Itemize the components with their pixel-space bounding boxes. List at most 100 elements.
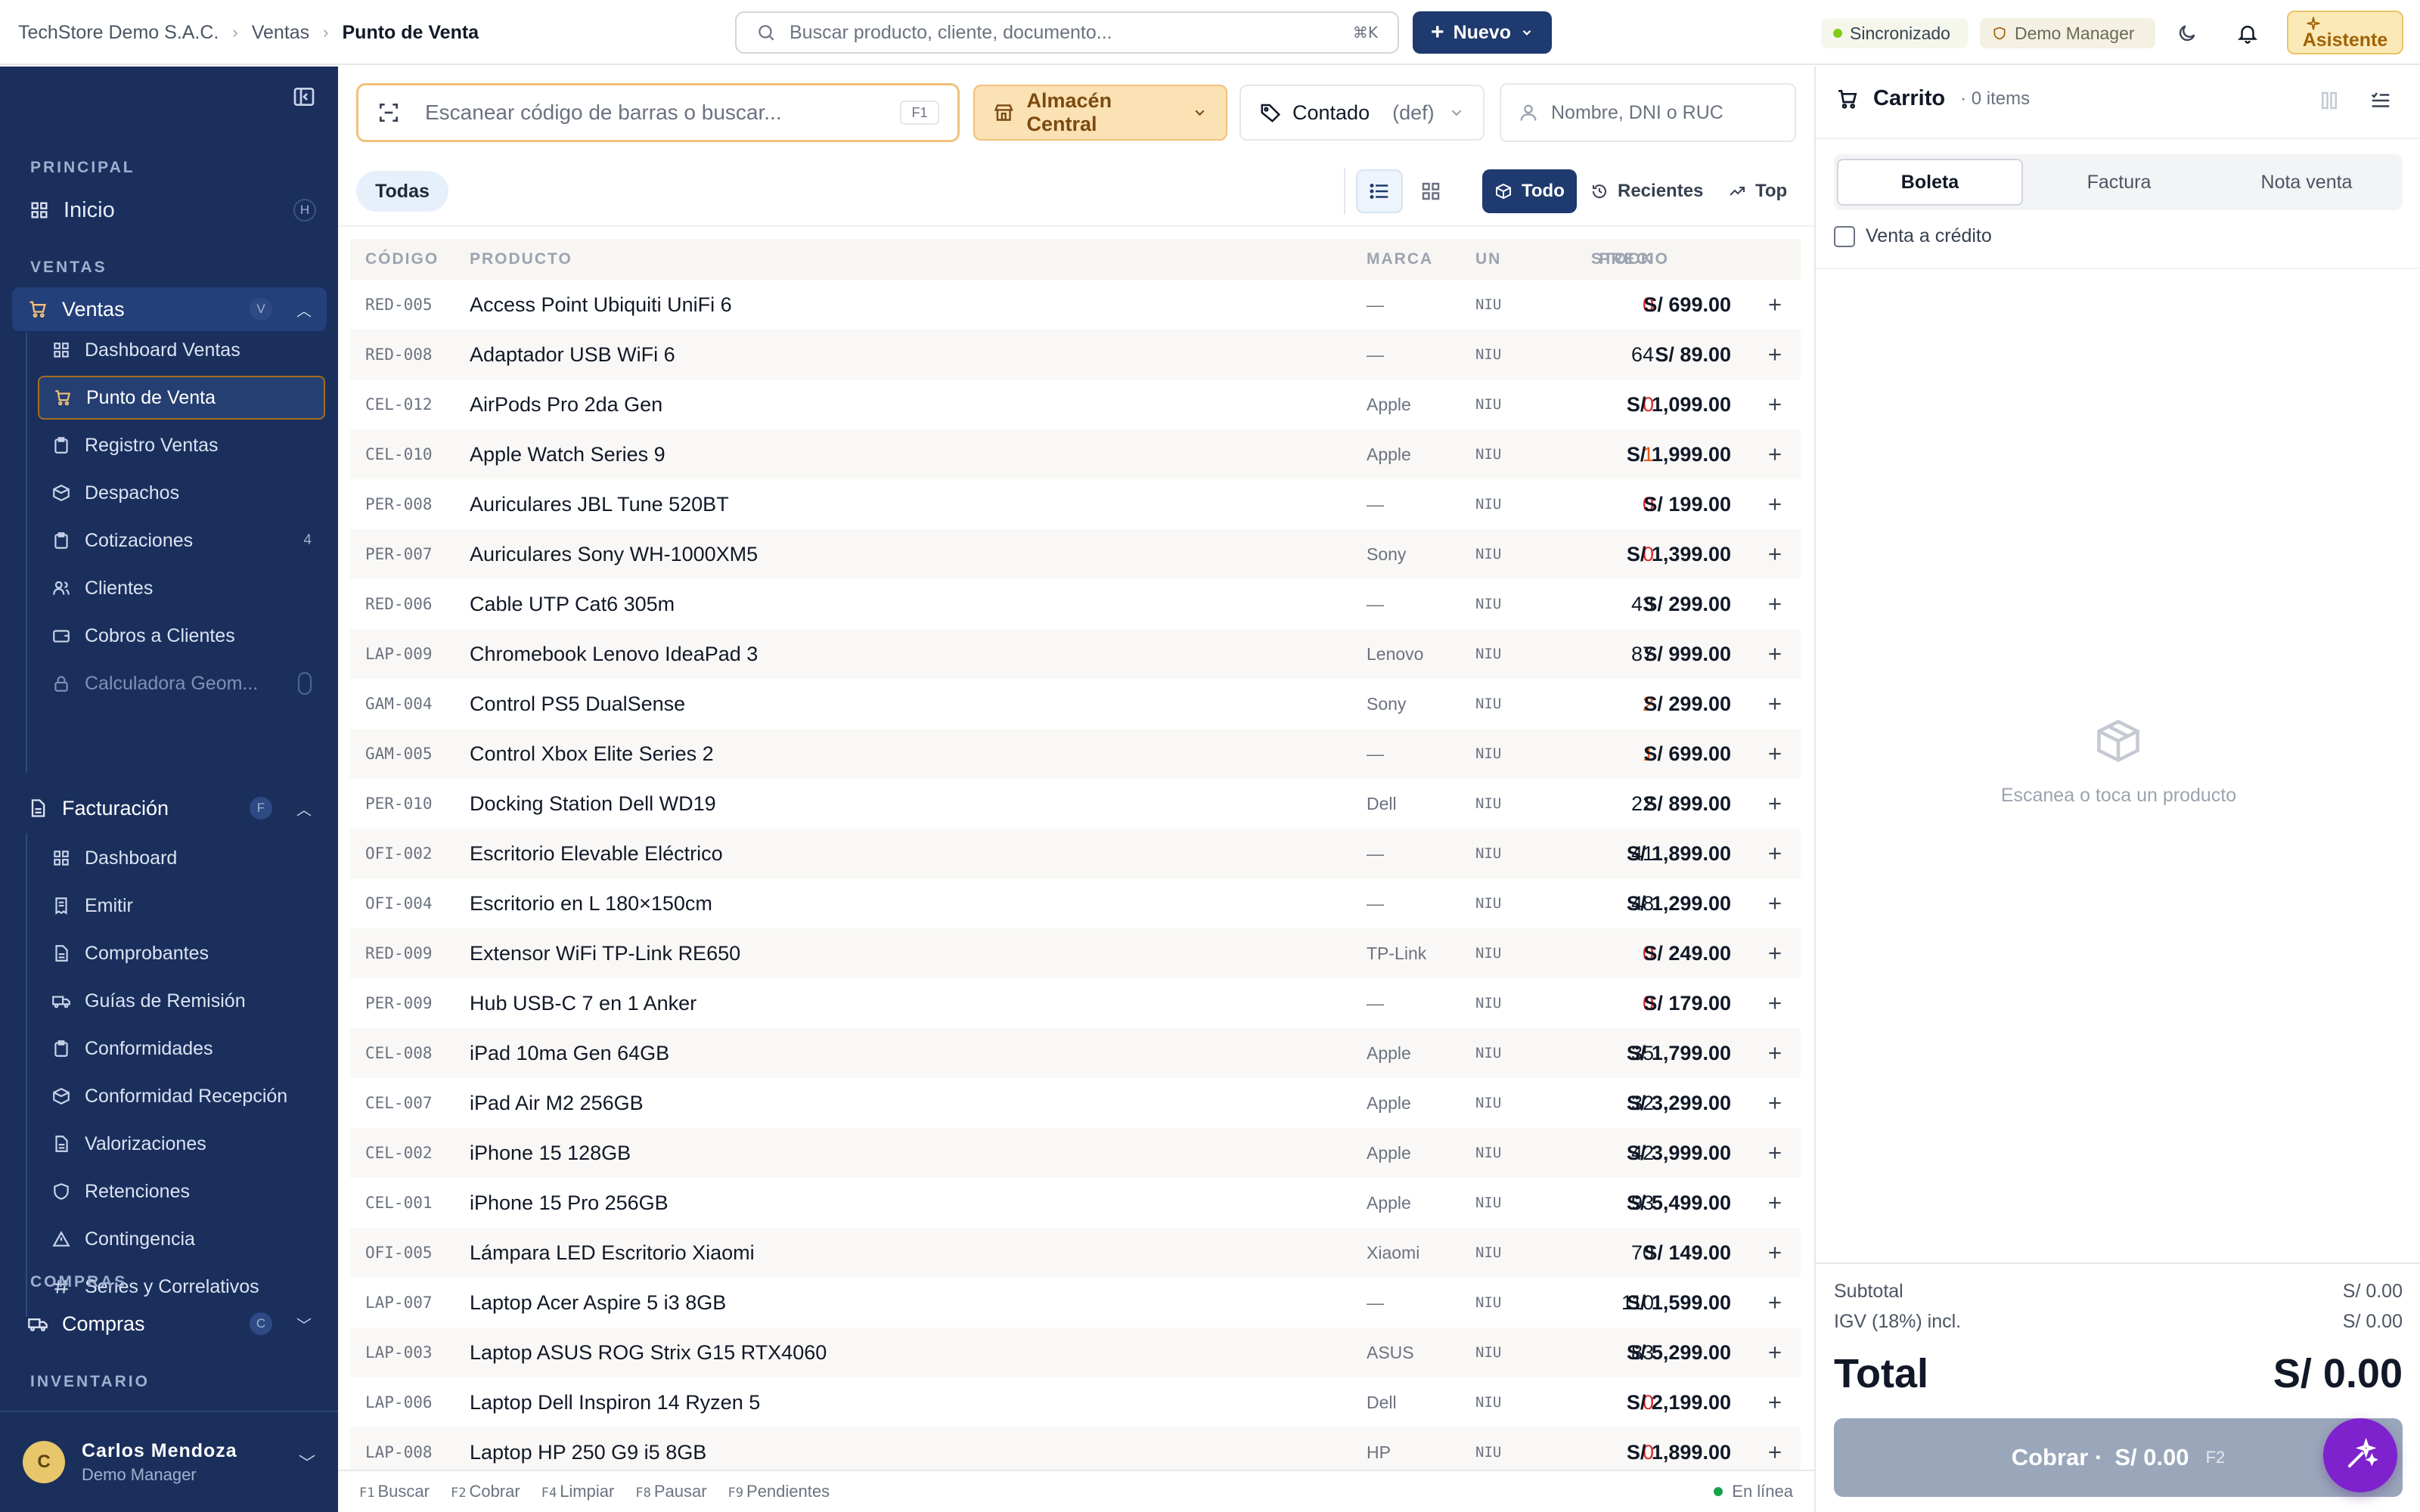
- sidebar-subitem[interactable]: Contingencia: [38, 1217, 325, 1261]
- global-search-input[interactable]: Buscar producto, cliente, documento... ⌘…: [735, 11, 1399, 54]
- charge-button[interactable]: Cobrar · S/ 0.00 F2: [1834, 1418, 2403, 1497]
- column-code[interactable]: CÓDIGO: [365, 239, 439, 280]
- sidebar-group-ventas[interactable]: Ventas V ︿: [12, 287, 327, 331]
- add-to-cart-button[interactable]: [1760, 579, 1790, 629]
- add-to-cart-button[interactable]: [1760, 1328, 1790, 1377]
- table-row[interactable]: PER-008 Auriculares JBL Tune 520BT — NIU 0 S/…: [350, 479, 1801, 529]
- add-to-cart-button[interactable]: [1760, 779, 1790, 829]
- table-row[interactable]: OFI-005 Lámpara LED Escritorio Xiaomi Xiao…: [350, 1228, 1801, 1278]
- tab-factura[interactable]: Factura: [2026, 159, 2212, 206]
- shortcut-hint[interactable]: F9 Pendientes: [728, 1482, 830, 1501]
- sidebar-subitem[interactable]: Despachos: [38, 471, 325, 515]
- shortcut-hint[interactable]: F8 Pausar: [635, 1482, 706, 1501]
- add-to-cart-button[interactable]: [1760, 380, 1790, 429]
- table-row[interactable]: PER-007 Auriculares Sony WH-1000XM5 Sony NI…: [350, 529, 1801, 579]
- grid-view-button[interactable]: [1407, 169, 1454, 213]
- table-row[interactable]: OFI-002 Escritorio Elevable Eléctrico — NIU…: [350, 829, 1801, 878]
- cart-split-button[interactable]: [2318, 89, 2341, 116]
- table-row[interactable]: RED-006 Cable UTP Cat6 305m — NIU 43 S/ 299.0…: [350, 579, 1801, 629]
- sidebar-group-facturacion[interactable]: Facturación F ︿: [12, 786, 327, 830]
- sidebar-subitem[interactable]: Clientes: [38, 566, 325, 610]
- sidebar-subitem[interactable]: Cotizaciones 4: [38, 519, 325, 562]
- table-row[interactable]: GAM-005 Control Xbox Elite Series 2 — NIU 1 S…: [350, 729, 1801, 779]
- credit-sale-checkbox[interactable]: [1834, 225, 1855, 247]
- table-row[interactable]: PER-010 Docking Station Dell WD19 Dell NIU 2…: [350, 779, 1801, 829]
- add-to-cart-button[interactable]: [1760, 1128, 1790, 1178]
- table-row[interactable]: RED-005 Access Point Ubiquiti UniFi 6 — NIU…: [350, 280, 1801, 330]
- sidebar-item-inicio[interactable]: Inicio H: [21, 189, 324, 231]
- category-chip-todas[interactable]: Todas: [356, 171, 448, 212]
- customer-input[interactable]: Nombre, DNI o RUC: [1500, 83, 1796, 142]
- shortcut-hint[interactable]: F1 Buscar: [359, 1482, 430, 1501]
- sidebar-collapse-button[interactable]: [292, 85, 319, 112]
- sidebar-subitem[interactable]: Dashboard Ventas: [38, 328, 325, 372]
- add-to-cart-button[interactable]: [1760, 1028, 1790, 1078]
- table-row[interactable]: CEL-012 AirPods Pro 2da Gen Apple NIU 0 S/ 1,…: [350, 380, 1801, 429]
- warehouse-select[interactable]: Almacén Central: [973, 85, 1227, 141]
- table-row[interactable]: LAP-007 Laptop Acer Aspire 5 i3 8GB — NIU 11…: [350, 1278, 1801, 1328]
- price-list-select[interactable]: Contado (def): [1239, 85, 1485, 141]
- table-row[interactable]: CEL-010 Apple Watch Series 9 Apple NIU 1 S/ 1…: [350, 429, 1801, 479]
- add-to-cart-button[interactable]: [1760, 878, 1790, 928]
- add-to-cart-button[interactable]: [1760, 529, 1790, 579]
- add-to-cart-button[interactable]: [1760, 928, 1790, 978]
- cart-checklist-button[interactable]: [2369, 89, 2392, 116]
- add-to-cart-button[interactable]: [1760, 829, 1790, 878]
- sidebar-group-compras[interactable]: Compras C ﹀: [12, 1302, 327, 1346]
- table-row[interactable]: CEL-008 iPad 10ma Gen 64GB Apple NIU 35 S/ 1,…: [350, 1028, 1801, 1078]
- tab-nota-venta[interactable]: Nota venta: [2214, 159, 2400, 206]
- table-row[interactable]: GAM-004 Control PS5 DualSense Sony NIU 2 S/ 2…: [350, 679, 1801, 729]
- sidebar-subitem[interactable]: Dashboard: [38, 836, 325, 880]
- add-to-cart-button[interactable]: [1760, 1278, 1790, 1328]
- table-row[interactable]: RED-008 Adaptador USB WiFi 6 — NIU 64 S/ 89.0…: [350, 330, 1801, 380]
- role-badge[interactable]: Demo Manager: [1980, 18, 2155, 48]
- sidebar-subitem[interactable]: Conformidades: [38, 1027, 325, 1070]
- add-to-cart-button[interactable]: [1760, 1078, 1790, 1128]
- sidebar-subitem[interactable]: Conformidad Recepción: [38, 1074, 325, 1118]
- table-row[interactable]: CEL-007 iPad Air M2 256GB Apple NIU 32 S/ 3,2…: [350, 1078, 1801, 1128]
- sidebar-subitem[interactable]: Cobros a Clientes: [38, 614, 325, 658]
- table-row[interactable]: LAP-006 Laptop Dell Inspiron 14 Ryzen 5 De…: [350, 1377, 1801, 1427]
- list-view-button[interactable]: [1356, 169, 1403, 213]
- add-to-cart-button[interactable]: [1760, 330, 1790, 380]
- sidebar-subitem[interactable]: Valorizaciones: [38, 1122, 325, 1166]
- add-to-cart-button[interactable]: [1760, 429, 1790, 479]
- table-row[interactable]: LAP-009 Chromebook Lenovo IdeaPad 3 Lenovo…: [350, 629, 1801, 679]
- filter-all-button[interactable]: Todo: [1482, 169, 1577, 213]
- table-row[interactable]: CEL-002 iPhone 15 128GB Apple NIU 42 S/ 3,999…: [350, 1128, 1801, 1178]
- barcode-scan-input[interactable]: Escanear código de barras o buscar... F1: [356, 83, 960, 142]
- add-to-cart-button[interactable]: [1760, 280, 1790, 330]
- table-row[interactable]: RED-009 Extensor WiFi TP-Link RE650 TP-Lin…: [350, 928, 1801, 978]
- add-to-cart-button[interactable]: [1760, 1228, 1790, 1278]
- sidebar-subitem[interactable]: Emitir: [38, 884, 325, 928]
- sidebar-subitem[interactable]: Comprobantes: [38, 931, 325, 975]
- shortcut-hint[interactable]: F4 Limpiar: [541, 1482, 615, 1501]
- add-to-cart-button[interactable]: [1760, 679, 1790, 729]
- user-menu[interactable]: C Carlos Mendoza Demo Manager ﹀: [0, 1411, 338, 1512]
- filter-recent-button[interactable]: Recientes: [1578, 169, 1715, 213]
- sidebar-subitem[interactable]: Registro Ventas: [38, 423, 325, 467]
- filter-top-button[interactable]: Top: [1716, 169, 1799, 213]
- sidebar-subitem[interactable]: Retenciones: [38, 1170, 325, 1213]
- assistant-button[interactable]: Asistente: [2287, 11, 2403, 54]
- ai-assistant-fab[interactable]: [2323, 1418, 2397, 1492]
- add-to-cart-button[interactable]: [1760, 1377, 1790, 1427]
- breadcrumb-company[interactable]: TechStore Demo S.A.C.: [18, 22, 219, 44]
- column-product[interactable]: PRODUCTO: [470, 239, 572, 280]
- new-button[interactable]: + Nuevo: [1413, 11, 1552, 54]
- add-to-cart-button[interactable]: [1760, 479, 1790, 529]
- column-unit[interactable]: UN: [1475, 239, 1501, 280]
- sidebar-subitem[interactable]: Calculadora Geom...: [38, 662, 325, 705]
- table-row[interactable]: PER-009 Hub USB-C 7 en 1 Anker — NIU 0 S/ 179…: [350, 978, 1801, 1028]
- credit-sale-option[interactable]: Venta a crédito: [1834, 225, 1992, 247]
- shortcut-hint[interactable]: F2 Cobrar: [451, 1482, 520, 1501]
- breadcrumb-ventas[interactable]: Ventas: [252, 22, 309, 44]
- theme-toggle-button[interactable]: [2170, 17, 2204, 50]
- sidebar-subitem[interactable]: Guías de Remisión: [38, 979, 325, 1023]
- add-to-cart-button[interactable]: [1760, 729, 1790, 779]
- notifications-button[interactable]: [2231, 17, 2264, 50]
- add-to-cart-button[interactable]: [1760, 978, 1790, 1028]
- table-row[interactable]: LAP-003 Laptop ASUS ROG Strix G15 RTX4060…: [350, 1328, 1801, 1377]
- add-to-cart-button[interactable]: [1760, 629, 1790, 679]
- add-to-cart-button[interactable]: [1760, 1178, 1790, 1228]
